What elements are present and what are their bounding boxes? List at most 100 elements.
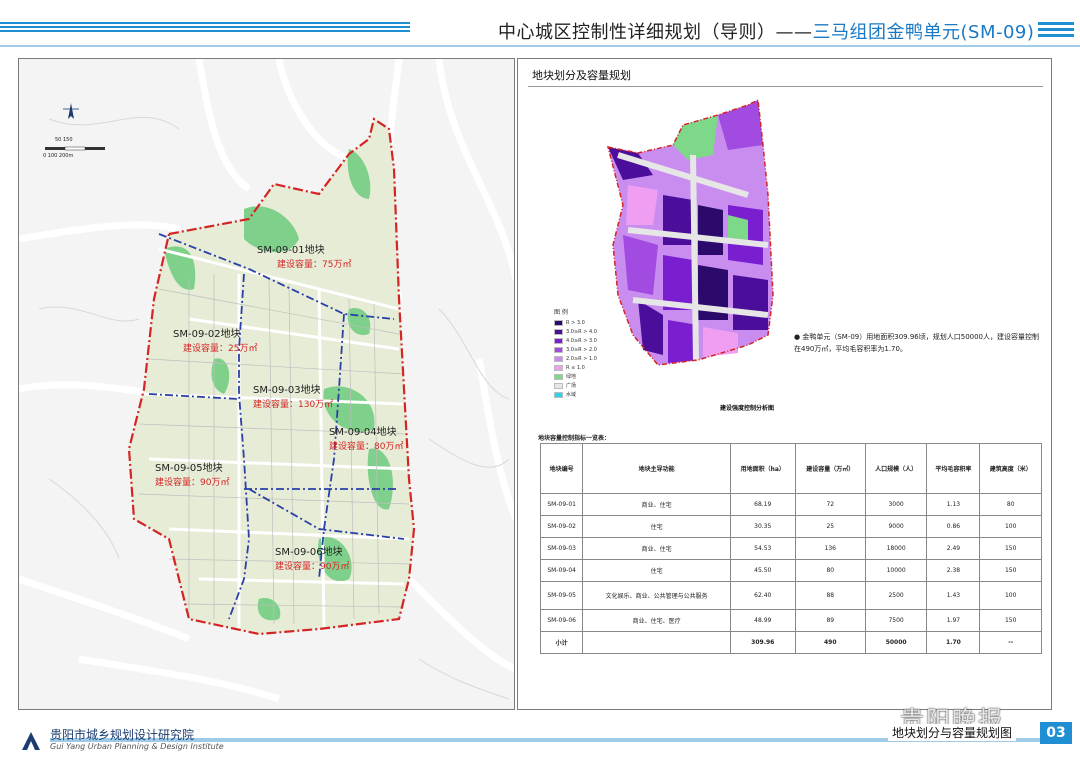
cell: 150 <box>979 537 1042 560</box>
cell: 80 <box>979 493 1042 516</box>
plot-name-04: SM-09-04地块 <box>329 427 397 438</box>
menu-stripes-icon <box>1038 22 1074 40</box>
cell: 150 <box>979 559 1042 582</box>
legend-label: 广场 <box>566 383 577 389</box>
cell: 50000 <box>864 631 928 654</box>
cell: 0.86 <box>926 515 981 538</box>
cell: 2.38 <box>926 559 981 582</box>
cell: 150 <box>979 609 1042 632</box>
legend-label: 2.0≥R > 1.0 <box>566 355 597 362</box>
th-area: 用地面积（ha） <box>729 443 796 494</box>
legend-item: 3.0≥R > 4.0 <box>554 327 614 336</box>
cell: 商业、住宅 <box>582 493 731 516</box>
cell: 7500 <box>864 609 928 632</box>
plot-capacity-01: 建设容量：75万㎡ <box>277 260 352 270</box>
cell: 9000 <box>864 515 928 538</box>
cell: 30.35 <box>729 515 796 538</box>
cell: 72 <box>794 493 866 516</box>
legend-item: 广场 <box>554 381 614 390</box>
cell: 10000 <box>864 559 928 582</box>
plot-label-05: SM-09-05地块 建设容量：90万㎡ <box>155 459 229 488</box>
drawing-subtitle: 地块划分与容量规划图 <box>888 724 1017 741</box>
cell <box>582 631 731 654</box>
th-plot-id: 地块编号 <box>539 443 584 494</box>
th-function: 地块主导功能 <box>582 443 731 494</box>
header-stripes-left <box>0 22 410 36</box>
institute-name: 贵阳市城乡规划设计研究院 <box>50 728 195 742</box>
cell: 62.40 <box>729 581 796 610</box>
table-row: SM-09-01 商业、住宅 68.19 72 3000 1.13 80 <box>539 493 1042 516</box>
cell: 88 <box>794 581 866 610</box>
plot-capacity-05: 建设容量：90万㎡ <box>155 478 230 488</box>
cell: 25 <box>794 515 866 538</box>
legend-label: 4.0≥R > 3.0 <box>566 337 597 344</box>
cell: SM-09-03 <box>539 537 584 560</box>
cell: 小计 <box>539 631 584 654</box>
cell: 住宅 <box>582 515 731 538</box>
legend-item: 2.0≥R > 1.0 <box>554 354 614 363</box>
cell: 48.99 <box>729 609 796 632</box>
cell: 309.96 <box>729 631 796 654</box>
cell: 80 <box>794 559 866 582</box>
plot-label-06: SM-09-06地块 建设容量：90万㎡ <box>275 543 349 572</box>
cell: 100 <box>979 515 1042 538</box>
th-far: 平均毛容积率 <box>926 443 981 494</box>
plot-name-03: SM-09-03地块 <box>253 385 321 396</box>
capacity-table: 地块编号 地块主导功能 用地面积（ha） 建设容量（万㎡） 人口规模（人） 平均… <box>539 443 1042 654</box>
legend-label: 3.0≥R > 2.0 <box>566 346 597 353</box>
institute-logo-icon <box>22 732 40 750</box>
legend-item: 3.0≥R > 2.0 <box>554 345 614 354</box>
plot-name-05: SM-09-05地块 <box>155 463 223 474</box>
cell: 1.70 <box>926 631 981 654</box>
table-total-row: 小计 309.96 490 50000 1.70 -- <box>539 631 1042 654</box>
cell: 3000 <box>864 493 928 516</box>
plot-label-01: SM-09-01地块 建设容量：75万㎡ <box>257 241 351 270</box>
cell: 100 <box>979 581 1042 610</box>
capacity-panel: 地块划分及容量规划 图 例 R > 3.0 3.0≥R > 4.0 4.0≥R … <box>517 58 1052 710</box>
plot-capacity-02: 建设容量：25万㎡ <box>183 344 258 354</box>
plot-name-01: SM-09-01地块 <box>257 245 325 256</box>
planning-map-panel: 50 150 0 100 200m SM-09-01地块 建设容量：75万㎡ S… <box>18 58 515 710</box>
cell: 54.53 <box>729 537 796 560</box>
table-header-row: 地块编号 地块主导功能 用地面积（ha） 建设容量（万㎡） 人口规模（人） 平均… <box>539 443 1042 494</box>
title-unit: 三马组团金鸭单元(SM-09) <box>812 22 1035 43</box>
cell: 2.49 <box>926 537 981 560</box>
legend-label: 3.0≥R > 4.0 <box>566 328 597 335</box>
institute-name-en: Gui Yang Urban Planning & Design Institu… <box>50 742 224 751</box>
plot-label-02: SM-09-02地块 建设容量：25万㎡ <box>173 325 257 354</box>
table-row: SM-09-04 住宅 45.50 80 10000 2.38 150 <box>539 559 1042 582</box>
th-height: 建筑高度（米） <box>979 443 1042 494</box>
cell: SM-09-06 <box>539 609 584 632</box>
table-title: 地块容量控制指标一览表： <box>538 435 611 442</box>
legend-label: 绿地 <box>566 374 577 380</box>
cell: 1.97 <box>926 609 981 632</box>
cell: 89 <box>794 609 866 632</box>
cell: 文化娱乐、商业、公共管理与公共服务 <box>582 581 731 610</box>
plot-capacity-04: 建设容量：80万㎡ <box>329 442 404 452</box>
cell: 住宅 <box>582 559 731 582</box>
legend-item: R ≤ 1.0 <box>554 363 614 372</box>
cell: 2500 <box>864 581 928 610</box>
legend-label: R > 3.0 <box>566 319 585 326</box>
plot-name-06: SM-09-06地块 <box>275 547 343 558</box>
section-title: 地块划分及容量规划 <box>528 67 1043 87</box>
cell: 136 <box>794 537 866 560</box>
header-divider <box>0 45 1080 47</box>
cell: 18000 <box>864 537 928 560</box>
legend-item: 绿地 <box>554 372 614 381</box>
plot-name-02: SM-09-02地块 <box>173 329 241 340</box>
summary-text: ● 金鸭单元（SM-09）用地面积309.96顷，规划人口50000人，建设容量… <box>794 333 1040 353</box>
cell: SM-09-01 <box>539 493 584 516</box>
scale-bottom-label: 0 100 200m <box>43 153 74 159</box>
plot-capacity-06: 建设容量：90万㎡ <box>275 562 350 572</box>
table-row: SM-09-05 文化娱乐、商业、公共管理与公共服务 62.40 88 2500 1.43… <box>539 581 1042 610</box>
cell: 68.19 <box>729 493 796 516</box>
th-capacity: 建设容量（万㎡） <box>794 443 866 494</box>
cell: SM-09-02 <box>539 515 584 538</box>
page-header: 中心城区控制性详细规划（导则）——三马组团金鸭单元(SM-09) <box>0 0 1080 56</box>
legend-item: R > 3.0 <box>554 318 614 327</box>
cell: 45.50 <box>729 559 796 582</box>
legend-title: 图 例 <box>554 309 568 316</box>
page-title: 中心城区控制性详细规划（导则）——三马组团金鸭单元(SM-09) <box>498 18 1034 44</box>
intensity-legend: 图 例 R > 3.0 3.0≥R > 4.0 4.0≥R > 3.0 3.0≥… <box>554 307 614 399</box>
